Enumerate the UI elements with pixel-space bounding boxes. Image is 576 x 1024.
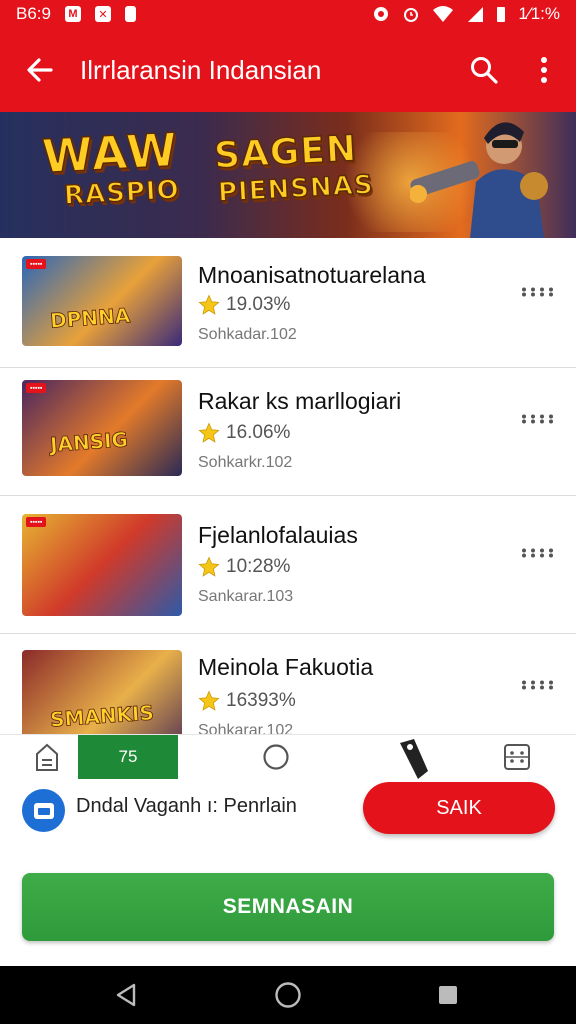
- game-thumbnail: ▪▪▪▪▪ JANSIG: [22, 380, 182, 476]
- settings-icon: [374, 7, 389, 21]
- tab-circle[interactable]: [246, 735, 306, 779]
- tab-grid[interactable]: [488, 735, 546, 779]
- search-button[interactable]: [454, 28, 514, 112]
- game-rating: 16.06%: [198, 422, 290, 444]
- thumbnail-tag: ▪▪▪▪▪: [26, 517, 47, 527]
- clock: B6:9: [16, 4, 51, 23]
- list-item[interactable]: ▪▪▪▪▪ JANSIG Rakar ks marllogiari 16.06%…: [0, 366, 576, 496]
- system-nav-bar: [0, 966, 576, 1024]
- promo-text: Dndal Vaganh ı: Penrlain: [76, 795, 297, 817]
- battery-icon: [497, 7, 506, 22]
- game-rating: 16393%: [198, 690, 296, 712]
- nav-back-button[interactable]: [94, 966, 158, 1024]
- nav-home-icon: [275, 982, 301, 1008]
- item-more-button[interactable]: [518, 404, 558, 434]
- banner-title-1: WAW: [40, 122, 180, 185]
- app-window-icon: [33, 802, 54, 819]
- back-arrow-icon: [27, 58, 53, 82]
- nav-home-button[interactable]: [256, 966, 320, 1024]
- game-subtitle: Sohkarar.102: [198, 722, 294, 734]
- wifi-icon: [433, 6, 454, 22]
- banner-title-3: SAGEN: [212, 128, 359, 178]
- game-thumbnail: SMANKIS: [22, 650, 182, 734]
- list-item[interactable]: ▪▪▪▪▪ Fjelanlofalauias 10:28% Sankarar.1…: [0, 496, 576, 634]
- game-title: Fjelanlofalauias: [198, 522, 358, 548]
- star-icon: [198, 422, 220, 443]
- back-button[interactable]: [0, 28, 80, 112]
- game-thumbnail: ▪▪▪▪▪ DPNNA: [22, 256, 182, 346]
- app-notification-icon: ✕: [94, 6, 111, 22]
- primary-action-button[interactable]: SEMNASAIN: [22, 873, 554, 941]
- rating-value: 10:28%: [226, 556, 291, 577]
- alarm-icon: [404, 8, 419, 22]
- thumbnail-word: DPNNA: [49, 303, 131, 333]
- banner-title-2: RASPIO: [63, 174, 182, 212]
- rating-value: 16393%: [226, 690, 296, 711]
- game-title: Mnoanisatnotuarelana: [198, 262, 426, 288]
- thumbnail-tag: ▪▪▪▪▪: [26, 383, 47, 393]
- item-more-button[interactable]: [518, 277, 558, 307]
- star-icon: [198, 690, 220, 711]
- rating-value: 19.03%: [226, 294, 291, 315]
- notification-icon: M: [64, 6, 81, 22]
- list-item[interactable]: SMANKIS Meinola Fakuotia 16393% Sohkarar…: [0, 634, 576, 734]
- more-dots-icon: [522, 680, 553, 690]
- more-dots-icon: [522, 414, 553, 424]
- nav-recents-icon: [439, 986, 457, 1004]
- game-thumbnail: ▪▪▪▪▪: [22, 514, 182, 616]
- hero-banner[interactable]: WAW RASPIO SAGEN PIENSNAS: [0, 112, 576, 238]
- search-icon: [471, 57, 498, 84]
- star-icon: [198, 556, 220, 577]
- grid-icon: [504, 744, 530, 770]
- promo-app-icon[interactable]: [22, 789, 65, 832]
- game-rating: 10:28%: [198, 556, 290, 578]
- game-list: ▪▪▪▪▪ DPNNA Mnoanisatnotuarelana 19.03% …: [0, 238, 576, 734]
- tab-active[interactable]: 75: [78, 735, 178, 779]
- thumbnail-tag: ▪▪▪▪▪: [26, 259, 47, 269]
- item-more-button[interactable]: [518, 538, 558, 568]
- thumbnail-word: SMANKIS: [49, 700, 155, 732]
- banner-hero-character-icon: [410, 122, 548, 238]
- thumbnail-word: JANSIG: [49, 427, 129, 457]
- list-item[interactable]: ▪▪▪▪▪ DPNNA Mnoanisatnotuarelana 19.03% …: [0, 238, 576, 368]
- more-vertical-icon: [541, 57, 547, 83]
- item-more-button[interactable]: [518, 670, 558, 700]
- saik-button[interactable]: SAIK: [363, 782, 555, 834]
- promo-row: Dndal Vaganh ı: Penrlain SAIK: [0, 778, 576, 850]
- tab-tag[interactable]: [382, 735, 442, 779]
- game-subtitle: Sohkadar.102: [198, 326, 297, 343]
- signal-icon: [468, 7, 484, 22]
- bottom-tab-bar: 75: [0, 734, 576, 779]
- nav-recents-button[interactable]: [416, 966, 480, 1024]
- more-dots-icon: [522, 548, 553, 558]
- circle-icon: [263, 744, 289, 770]
- page-title: Ilrrlaransin Indansian: [80, 54, 322, 85]
- app-bar: Ilrrlaransin Indansian: [0, 28, 576, 112]
- nav-back-icon: [116, 983, 136, 1007]
- battery-level: 1⁄1:%: [518, 4, 560, 23]
- tag-icon: [400, 739, 428, 779]
- rating-value: 16.06%: [226, 422, 291, 443]
- game-rating: 19.03%: [198, 294, 290, 316]
- tab-active-label: 75: [118, 747, 138, 766]
- more-dots-icon: [522, 287, 553, 297]
- tab-home[interactable]: [18, 735, 76, 779]
- star-icon: [198, 294, 220, 315]
- notification-dot-icon: [124, 6, 136, 22]
- overflow-menu-button[interactable]: [514, 28, 574, 112]
- home-icon: [36, 743, 58, 771]
- game-subtitle: Sohkarkr.102: [198, 454, 293, 471]
- status-bar: B6:9 M ✕ 1⁄1:%: [0, 0, 576, 28]
- game-subtitle: Sankarar.103: [198, 588, 294, 605]
- game-title: Rakar ks marllogiari: [198, 388, 402, 414]
- game-title: Meinola Fakuotia: [198, 654, 374, 680]
